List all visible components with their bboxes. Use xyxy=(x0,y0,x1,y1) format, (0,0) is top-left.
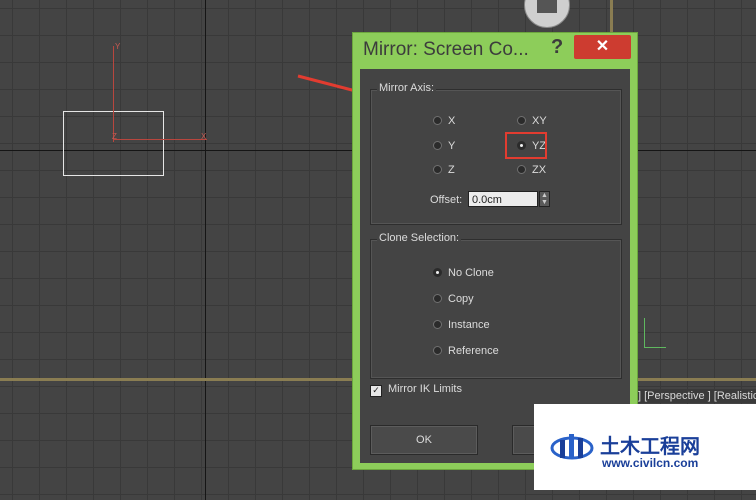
mirror-ik-label: Mirror IK Limits xyxy=(388,383,462,395)
mirror-axis-group: Mirror Axis: X Y Z XY YZ ZX Offset: 0.0c… xyxy=(370,82,622,225)
radio-y-label: Y xyxy=(448,140,456,152)
offset-spinner[interactable]: ▲ ▼ xyxy=(539,191,550,207)
ok-button[interactable]: OK xyxy=(370,425,478,455)
radio-copy-label: Copy xyxy=(448,293,474,305)
radio-xy-label: XY xyxy=(532,115,547,127)
clone-selection-title: Clone Selection: xyxy=(377,232,462,244)
radio-reference-dot[interactable] xyxy=(433,346,442,355)
radio-zx[interactable]: ZX xyxy=(517,163,546,177)
radio-z-label: Z xyxy=(448,164,455,176)
close-button[interactable]: ✕ xyxy=(574,35,631,59)
watermark: 土木工程网 www.civilcn.com xyxy=(534,404,756,490)
radio-reference[interactable]: Reference xyxy=(433,344,499,358)
watermark-logo-icon xyxy=(550,434,594,460)
watermark-cn-text: 土木工程网 xyxy=(600,436,700,458)
radio-instance-label: Instance xyxy=(448,319,490,331)
mirror-ik-checkbox[interactable]: ✓ Mirror IK Limits xyxy=(370,383,462,397)
radio-x-label: X xyxy=(448,115,456,127)
yz-highlight-box xyxy=(505,132,547,159)
radio-xy-dot[interactable] xyxy=(517,116,526,125)
radio-zx-label: ZX xyxy=(532,164,547,176)
radio-y[interactable]: Y xyxy=(433,139,455,153)
radio-reference-label: Reference xyxy=(448,345,499,357)
mirror-axis-title: Mirror Axis: xyxy=(377,82,436,94)
radio-instance[interactable]: Instance xyxy=(433,318,490,332)
radio-no-clone-dot[interactable] xyxy=(433,268,442,277)
radio-no-clone[interactable]: No Clone xyxy=(433,266,494,280)
watermark-url: www.civilcn.com xyxy=(602,456,699,470)
radio-z[interactable]: Z xyxy=(433,163,455,177)
radio-zx-dot[interactable] xyxy=(517,165,526,174)
radio-y-dot[interactable] xyxy=(433,141,442,150)
offset-label: Offset: xyxy=(430,194,463,206)
radio-copy-dot[interactable] xyxy=(433,294,442,303)
radio-no-clone-label: No Clone xyxy=(448,267,494,279)
help-button[interactable]: ? xyxy=(551,36,563,59)
clone-selection-group: Clone Selection: No Clone Copy Instance … xyxy=(370,232,622,379)
mirror-ik-check-icon[interactable]: ✓ xyxy=(370,385,382,397)
radio-x[interactable]: X xyxy=(433,114,455,128)
radio-instance-dot[interactable] xyxy=(433,320,442,329)
offset-input[interactable]: 0.0cm xyxy=(468,191,538,207)
dialog-title: Mirror: Screen Co... xyxy=(363,39,529,60)
radio-x-dot[interactable] xyxy=(433,116,442,125)
radio-copy[interactable]: Copy xyxy=(433,292,474,306)
radio-z-dot[interactable] xyxy=(433,165,442,174)
radio-xy[interactable]: XY xyxy=(517,114,547,128)
